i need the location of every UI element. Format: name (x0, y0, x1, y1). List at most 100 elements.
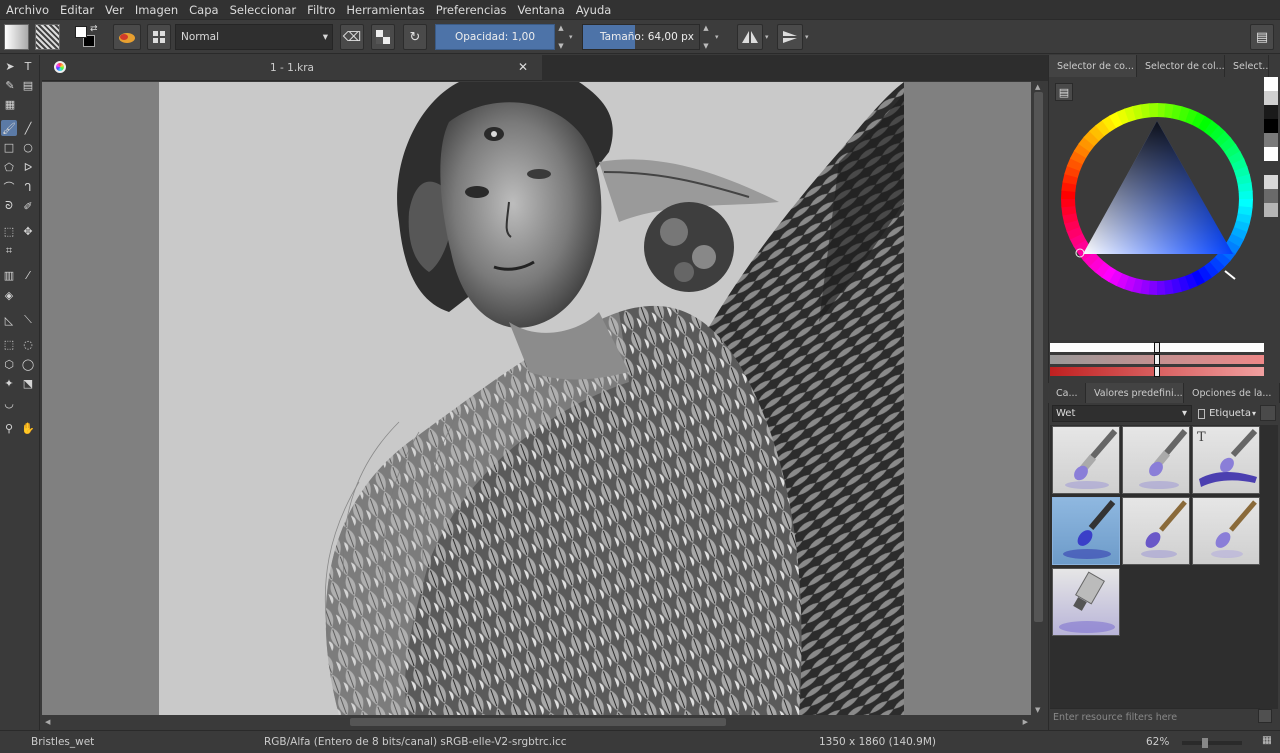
measure-tool[interactable]: ⟍ (20, 312, 36, 328)
save-filter-button[interactable] (1258, 709, 1272, 723)
document-tab[interactable]: 1 - 1.kra ✕ (42, 55, 542, 81)
freehand-select-tool[interactable]: ◯ (20, 356, 36, 372)
scroll-up-icon[interactable]: ▲ (1035, 83, 1040, 91)
tab-tool-options[interactable]: Opciones de la... (1184, 383, 1280, 403)
menu-seleccionar[interactable]: Seleccionar (230, 3, 297, 17)
polyline-tool[interactable]: ᐅ (20, 159, 36, 175)
reload-preset-button[interactable]: ↻ (403, 24, 427, 50)
tag-menu[interactable]: Etiqueta ▾ (1198, 405, 1256, 422)
scroll-right-icon[interactable]: ▶ (1023, 718, 1028, 726)
multibrush-tool[interactable]: ✐ (20, 198, 36, 214)
hue-ring-segment[interactable] (1061, 198, 1076, 208)
slider-handle[interactable] (1154, 354, 1160, 365)
eraser-mode-button[interactable]: ⌫ (340, 24, 364, 50)
preset-view-menu-button[interactable] (1260, 405, 1276, 421)
bezier-tool[interactable]: ⌒ (1, 179, 17, 195)
vertical-scroll-thumb[interactable] (1034, 92, 1043, 622)
hue-ring-segment[interactable] (1156, 280, 1166, 295)
tab-brush-presets[interactable]: Valores predefini... (1086, 383, 1184, 403)
opacity-slider[interactable]: Opacidad: 1,00 (435, 24, 555, 50)
assistant-ruler-tool[interactable]: ◺ (1, 312, 17, 328)
move-tool[interactable]: ✥ (20, 223, 36, 239)
preset-thumbnail-selected[interactable] (1052, 497, 1120, 565)
size-spinner[interactable]: ▲ ▼ (701, 24, 711, 50)
pan-tool[interactable]: ✋ (20, 420, 36, 436)
painting-canvas[interactable] (159, 82, 904, 715)
preset-thumbnail[interactable] (1052, 568, 1120, 636)
menu-herramientas[interactable]: Herramientas (346, 3, 424, 17)
menu-editar[interactable]: Editar (60, 3, 94, 17)
crop-tool[interactable]: ⌗ (1, 243, 17, 259)
scroll-down-icon[interactable]: ▼ (1035, 706, 1040, 714)
canvas-area[interactable] (42, 82, 1031, 715)
size-slider[interactable]: Tamaño: 64,00 px (582, 24, 700, 50)
mirror-vertical-menu-arrow[interactable]: ▾ (805, 33, 809, 41)
freehand-brush-tool[interactable]: 🖌 (1, 120, 17, 136)
recent-color-swatch[interactable] (1264, 133, 1278, 147)
vertical-scrollbar[interactable]: ▲ ▼ (1031, 82, 1046, 715)
mirror-horizontal-button[interactable] (737, 24, 763, 50)
preset-thumbnail[interactable] (1192, 497, 1260, 565)
advanced-color-selector[interactable]: ▤ (1049, 77, 1265, 377)
preset-thumbnail[interactable] (1052, 426, 1120, 494)
mirror-horizontal-menu-arrow[interactable]: ▾ (765, 33, 769, 41)
hue-ring-triangle[interactable] (1049, 99, 1265, 359)
assistant-tool[interactable]: ▦ (2, 96, 18, 112)
similar-select-tool[interactable]: ⬔ (20, 375, 36, 391)
color-picker-tool[interactable]: ⁄ (20, 267, 36, 283)
ellipse-tool[interactable]: ○ (20, 139, 36, 155)
workspace-button[interactable]: ▤ (1250, 24, 1274, 50)
recent-color-swatch[interactable] (1264, 161, 1278, 175)
preset-thumbnail[interactable]: T (1192, 426, 1260, 494)
edit-shapes-tool[interactable]: ✎ (2, 77, 18, 93)
preset-tag-select[interactable]: Wet ▾ (1052, 405, 1192, 422)
menu-imagen[interactable]: Imagen (135, 3, 178, 17)
menu-ventana[interactable]: Ventana (518, 3, 565, 17)
ellipse-select-tool[interactable]: ◌ (20, 336, 36, 352)
polygon-tool[interactable]: ⬠ (1, 159, 17, 175)
swap-colors-icon[interactable]: ⇄ (90, 24, 98, 34)
hue-slider[interactable] (1050, 366, 1264, 377)
zoom-tool[interactable]: ⚲ (1, 420, 17, 436)
scroll-left-icon[interactable]: ◀ (45, 718, 50, 726)
freehand-path-tool[interactable]: ᒉ (20, 179, 36, 195)
foreground-color-swatch[interactable] (75, 26, 87, 38)
recent-color-swatch[interactable] (1264, 77, 1278, 91)
dynamic-brush-tool[interactable]: ᘐ (1, 198, 17, 214)
recent-color-swatch[interactable] (1264, 189, 1278, 203)
statusbar-menu-icon[interactable]: ▦ (1262, 734, 1272, 746)
slider-handle[interactable] (1154, 366, 1160, 377)
slider-handle[interactable] (1154, 342, 1160, 353)
bezier-select-tool[interactable]: ◡ (1, 395, 17, 411)
polygon-select-tool[interactable]: ⬡ (1, 356, 17, 372)
hue-ring-segment[interactable] (1148, 103, 1158, 118)
recent-color-swatch[interactable] (1264, 175, 1278, 189)
lightness-slider[interactable] (1050, 342, 1264, 353)
select-shapes-tool[interactable]: ➤ (2, 58, 18, 74)
gradient-selector[interactable] (4, 24, 29, 50)
pattern-selector[interactable] (35, 24, 60, 50)
alpha-lock-button[interactable] (371, 24, 395, 50)
opacity-spinner[interactable]: ▲ ▼ (556, 24, 566, 50)
recent-color-swatch[interactable] (1264, 203, 1278, 217)
preset-thumbnail[interactable] (1122, 426, 1190, 494)
opacity-menu-arrow[interactable]: ▾ (569, 33, 573, 41)
size-menu-arrow[interactable]: ▾ (715, 33, 719, 41)
tab-layers[interactable]: Ca... (1048, 383, 1086, 403)
fg-bg-color-selector[interactable]: ⇄ (74, 24, 100, 50)
menu-preferencias[interactable]: Preferencias (436, 3, 507, 17)
text-tool[interactable]: T (20, 58, 36, 74)
zoom-slider-handle[interactable] (1202, 738, 1208, 748)
transform-tool[interactable]: ⬚ (1, 223, 17, 239)
mirror-vertical-button[interactable] (777, 24, 803, 50)
resource-filter-input[interactable]: Enter resource filters here (1050, 708, 1260, 726)
close-document-icon[interactable]: ✕ (518, 60, 528, 74)
blend-mode-select[interactable]: Normal ▾ (175, 24, 333, 50)
recent-color-swatch[interactable] (1264, 147, 1278, 161)
gradient-tool[interactable]: ▥ (1, 267, 17, 283)
preset-thumbnail[interactable] (1122, 497, 1190, 565)
brush-presets-button[interactable] (113, 24, 141, 50)
recent-color-swatch[interactable] (1264, 119, 1278, 133)
fill-tool[interactable]: ◈ (1, 287, 17, 303)
line-tool[interactable]: ╱ (20, 120, 36, 136)
